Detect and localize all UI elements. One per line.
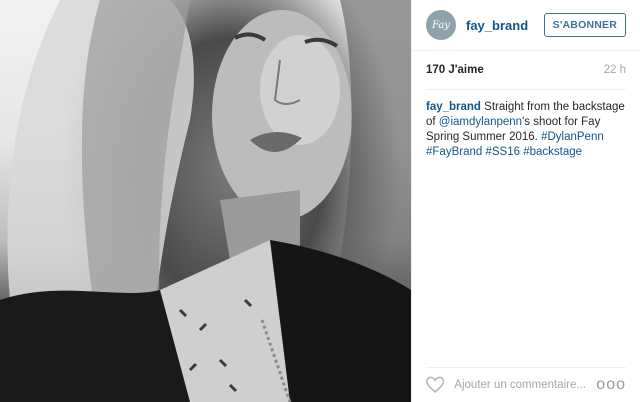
caption-mention[interactable]: @iamdylanpenn	[439, 116, 522, 128]
post-meta: 170 J'aime 22 h	[426, 51, 626, 90]
likes-count[interactable]: 170 J'aime	[426, 64, 484, 76]
author-username[interactable]: fay_brand	[466, 18, 528, 33]
instagram-post: Fay fay_brand S'ABONNER 170 J'aime 22 h …	[0, 0, 640, 402]
comment-input[interactable]	[452, 378, 597, 392]
hashtag-link[interactable]: #FayBrand	[426, 146, 482, 158]
post-caption: fay_brand Straight from the backstage of…	[426, 100, 626, 160]
avatar[interactable]: Fay	[426, 10, 456, 40]
post-sidebar: Fay fay_brand S'ABONNER 170 J'aime 22 h …	[411, 0, 640, 402]
hashtag-link[interactable]: #DylanPenn	[541, 131, 604, 143]
avatar-text: Fay	[432, 19, 450, 31]
follow-button[interactable]: S'ABONNER	[543, 13, 626, 37]
hashtag-link[interactable]: #backstage	[523, 146, 582, 158]
comment-bar: ooo	[426, 367, 626, 402]
hashtag-link[interactable]: #SS16	[485, 146, 520, 158]
portrait-image	[0, 0, 411, 402]
caption-author[interactable]: fay_brand	[426, 101, 481, 113]
post-timestamp[interactable]: 22 h	[604, 64, 626, 76]
heart-icon[interactable]	[426, 376, 445, 394]
post-header: Fay fay_brand S'ABONNER	[412, 0, 640, 51]
post-photo[interactable]	[0, 0, 411, 402]
more-options-icon[interactable]: ooo	[596, 376, 626, 394]
